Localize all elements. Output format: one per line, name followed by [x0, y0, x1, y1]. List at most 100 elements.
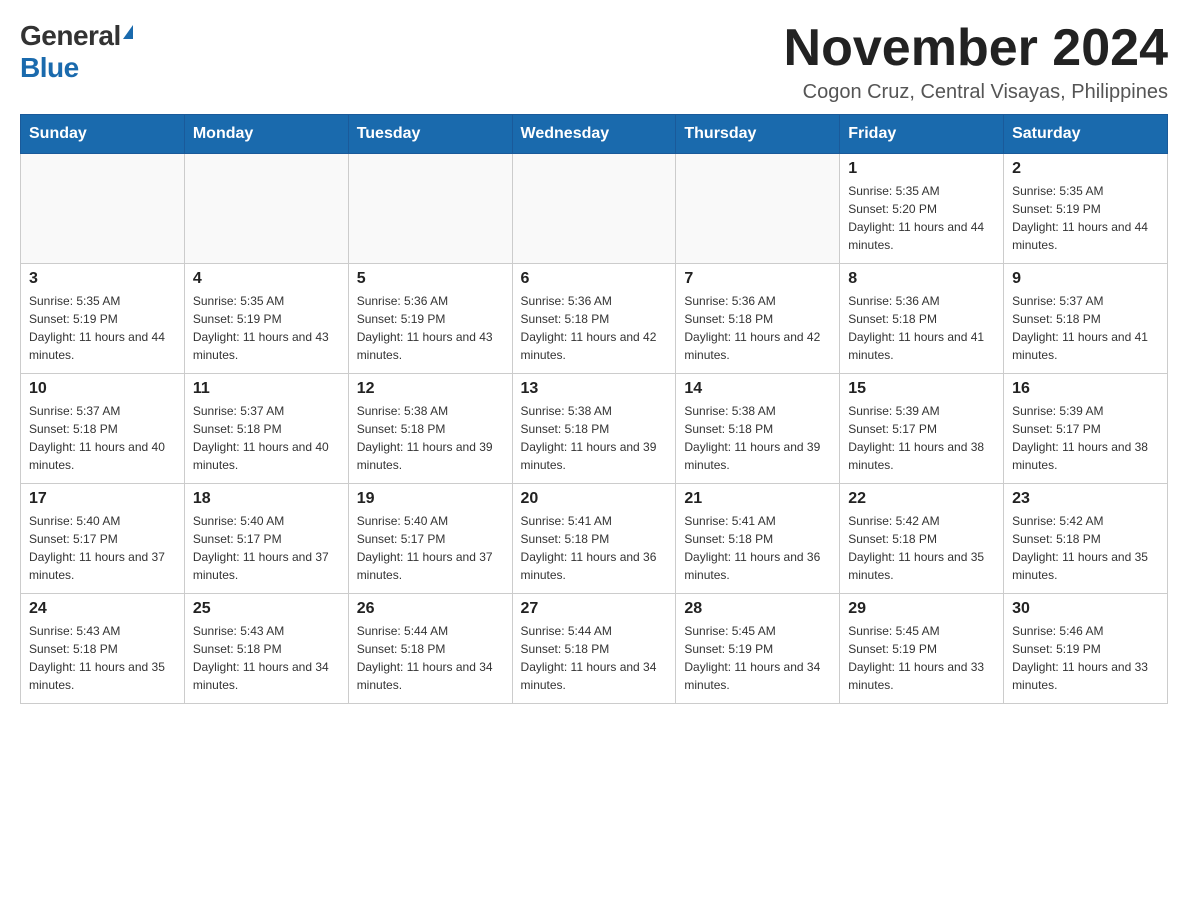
day-info: Sunrise: 5:38 AMSunset: 5:18 PMDaylight:…: [684, 402, 831, 474]
calendar-cell: 6 Sunrise: 5:36 AMSunset: 5:18 PMDaylight…: [512, 264, 676, 374]
calendar-cell: [676, 154, 840, 264]
calendar-cell: 9 Sunrise: 5:37 AMSunset: 5:18 PMDaylight…: [1004, 264, 1168, 374]
day-info: Sunrise: 5:35 AMSunset: 5:19 PMDaylight:…: [29, 292, 176, 364]
day-number: 19: [357, 490, 504, 508]
calendar-cell: 3 Sunrise: 5:35 AMSunset: 5:19 PMDaylight…: [21, 264, 185, 374]
calendar-cell: 20 Sunrise: 5:41 AMSunset: 5:18 PMDayligh…: [512, 484, 676, 594]
day-info: Sunrise: 5:42 AMSunset: 5:18 PMDaylight:…: [1012, 512, 1159, 584]
day-number: 10: [29, 380, 176, 398]
week-row-2: 3 Sunrise: 5:35 AMSunset: 5:19 PMDaylight…: [21, 264, 1168, 374]
day-number: 25: [193, 600, 340, 618]
calendar-cell: 4Sunrise: 5:35 AMSunset: 5:19 PMDaylight…: [184, 264, 348, 374]
logo-triangle-icon: [123, 25, 133, 39]
weekday-header-wednesday: Wednesday: [512, 115, 676, 154]
day-number: 27: [521, 600, 668, 618]
calendar-cell: 11 Sunrise: 5:37 AMSunset: 5:18 PMDayligh…: [184, 374, 348, 484]
day-info: Sunrise: 5:43 AMSunset: 5:18 PMDaylight:…: [29, 622, 176, 694]
day-info: Sunrise: 5:37 AMSunset: 5:18 PMDaylight:…: [193, 402, 340, 474]
calendar-cell: 12Sunrise: 5:38 AMSunset: 5:18 PMDayligh…: [348, 374, 512, 484]
day-info: Sunrise: 5:36 AMSunset: 5:18 PMDaylight:…: [521, 292, 668, 364]
day-number: 11: [193, 380, 340, 398]
day-number: 15: [848, 380, 995, 398]
day-number: 6: [521, 270, 668, 288]
day-info: Sunrise: 5:35 AMSunset: 5:20 PMDaylight:…: [848, 182, 995, 254]
weekday-header-thursday: Thursday: [676, 115, 840, 154]
location-title: Cogon Cruz, Central Visayas, Philippines: [784, 81, 1168, 104]
calendar-cell: 23 Sunrise: 5:42 AMSunset: 5:18 PMDayligh…: [1004, 484, 1168, 594]
weekday-header-tuesday: Tuesday: [348, 115, 512, 154]
day-number: 17: [29, 490, 176, 508]
week-row-1: 1 Sunrise: 5:35 AMSunset: 5:20 PMDaylight…: [21, 154, 1168, 264]
day-number: 23: [1012, 490, 1159, 508]
day-info: Sunrise: 5:36 AMSunset: 5:18 PMDaylight:…: [684, 292, 831, 364]
day-info: Sunrise: 5:38 AMSunset: 5:18 PMDaylight:…: [521, 402, 668, 474]
calendar-cell: [348, 154, 512, 264]
day-info: Sunrise: 5:44 AMSunset: 5:18 PMDaylight:…: [521, 622, 668, 694]
day-number: 13: [521, 380, 668, 398]
calendar-cell: 5Sunrise: 5:36 AMSunset: 5:19 PMDaylight…: [348, 264, 512, 374]
calendar-cell: 17Sunrise: 5:40 AMSunset: 5:17 PMDayligh…: [21, 484, 185, 594]
day-number: 8: [848, 270, 995, 288]
calendar-cell: [21, 154, 185, 264]
weekday-header-row: SundayMondayTuesdayWednesdayThursdayFrid…: [21, 115, 1168, 154]
day-info: Sunrise: 5:36 AMSunset: 5:18 PMDaylight:…: [848, 292, 995, 364]
logo-general-text: General: [20, 20, 121, 52]
month-title: November 2024: [784, 20, 1168, 77]
calendar-cell: [512, 154, 676, 264]
calendar-cell: 18Sunrise: 5:40 AMSunset: 5:17 PMDayligh…: [184, 484, 348, 594]
day-number: 20: [521, 490, 668, 508]
page-header: General Blue November 2024 Cogon Cruz, C…: [20, 20, 1168, 104]
calendar-cell: 27 Sunrise: 5:44 AMSunset: 5:18 PMDayligh…: [512, 594, 676, 704]
day-number: 1: [848, 160, 995, 178]
day-number: 22: [848, 490, 995, 508]
calendar-table: SundayMondayTuesdayWednesdayThursdayFrid…: [20, 114, 1168, 704]
day-info: Sunrise: 5:35 AMSunset: 5:19 PMDaylight:…: [1012, 182, 1159, 254]
calendar-cell: 22 Sunrise: 5:42 AMSunset: 5:18 PMDayligh…: [840, 484, 1004, 594]
calendar-cell: 16Sunrise: 5:39 AMSunset: 5:17 PMDayligh…: [1004, 374, 1168, 484]
day-info: Sunrise: 5:40 AMSunset: 5:17 PMDaylight:…: [193, 512, 340, 584]
title-section: November 2024 Cogon Cruz, Central Visaya…: [784, 20, 1168, 104]
day-number: 9: [1012, 270, 1159, 288]
day-info: Sunrise: 5:44 AMSunset: 5:18 PMDaylight:…: [357, 622, 504, 694]
day-number: 24: [29, 600, 176, 618]
day-number: 21: [684, 490, 831, 508]
day-number: 2: [1012, 160, 1159, 178]
day-number: 5: [357, 270, 504, 288]
day-info: Sunrise: 5:41 AMSunset: 5:18 PMDaylight:…: [684, 512, 831, 584]
calendar-cell: 7 Sunrise: 5:36 AMSunset: 5:18 PMDaylight…: [676, 264, 840, 374]
weekday-header-monday: Monday: [184, 115, 348, 154]
day-number: 29: [848, 600, 995, 618]
day-info: Sunrise: 5:39 AMSunset: 5:17 PMDaylight:…: [1012, 402, 1159, 474]
week-row-4: 17 Sunrise: 5:40 AMSunset: 5:17 PMDayligh…: [21, 484, 1168, 594]
calendar-cell: [184, 154, 348, 264]
day-info: Sunrise: 5:43 AMSunset: 5:18 PMDaylight:…: [193, 622, 340, 694]
calendar-cell: 15Sunrise: 5:39 AMSunset: 5:17 PMDayligh…: [840, 374, 1004, 484]
day-info: Sunrise: 5:45 AMSunset: 5:19 PMDaylight:…: [848, 622, 995, 694]
day-number: 28: [684, 600, 831, 618]
calendar-cell: 28 Sunrise: 5:45 AMSunset: 5:19 PMDayligh…: [676, 594, 840, 704]
calendar-cell: 14Sunrise: 5:38 AMSunset: 5:18 PMDayligh…: [676, 374, 840, 484]
day-info: Sunrise: 5:42 AMSunset: 5:18 PMDaylight:…: [848, 512, 995, 584]
day-info: Sunrise: 5:37 AMSunset: 5:18 PMDaylight:…: [1012, 292, 1159, 364]
calendar-cell: 10Sunrise: 5:37 AMSunset: 5:18 PMDayligh…: [21, 374, 185, 484]
calendar-cell: 29 Sunrise: 5:45 AMSunset: 5:19 PMDayligh…: [840, 594, 1004, 704]
day-number: 4: [193, 270, 340, 288]
calendar-cell: 24 Sunrise: 5:43 AMSunset: 5:18 PMDayligh…: [21, 594, 185, 704]
day-number: 7: [684, 270, 831, 288]
calendar-cell: 13 Sunrise: 5:38 AMSunset: 5:18 PMDayligh…: [512, 374, 676, 484]
logo-blue-text: Blue: [20, 52, 79, 83]
day-info: Sunrise: 5:45 AMSunset: 5:19 PMDaylight:…: [684, 622, 831, 694]
calendar-cell: 2 Sunrise: 5:35 AMSunset: 5:19 PMDaylight…: [1004, 154, 1168, 264]
calendar-cell: 25 Sunrise: 5:43 AMSunset: 5:18 PMDayligh…: [184, 594, 348, 704]
logo: General Blue: [20, 20, 133, 84]
day-number: 3: [29, 270, 176, 288]
weekday-header-sunday: Sunday: [21, 115, 185, 154]
day-info: Sunrise: 5:41 AMSunset: 5:18 PMDaylight:…: [521, 512, 668, 584]
calendar-cell: 8 Sunrise: 5:36 AMSunset: 5:18 PMDaylight…: [840, 264, 1004, 374]
weekday-header-friday: Friday: [840, 115, 1004, 154]
calendar-cell: 30Sunrise: 5:46 AMSunset: 5:19 PMDayligh…: [1004, 594, 1168, 704]
day-info: Sunrise: 5:38 AMSunset: 5:18 PMDaylight:…: [357, 402, 504, 474]
calendar-cell: 19Sunrise: 5:40 AMSunset: 5:17 PMDayligh…: [348, 484, 512, 594]
week-row-5: 24 Sunrise: 5:43 AMSunset: 5:18 PMDayligh…: [21, 594, 1168, 704]
day-number: 26: [357, 600, 504, 618]
